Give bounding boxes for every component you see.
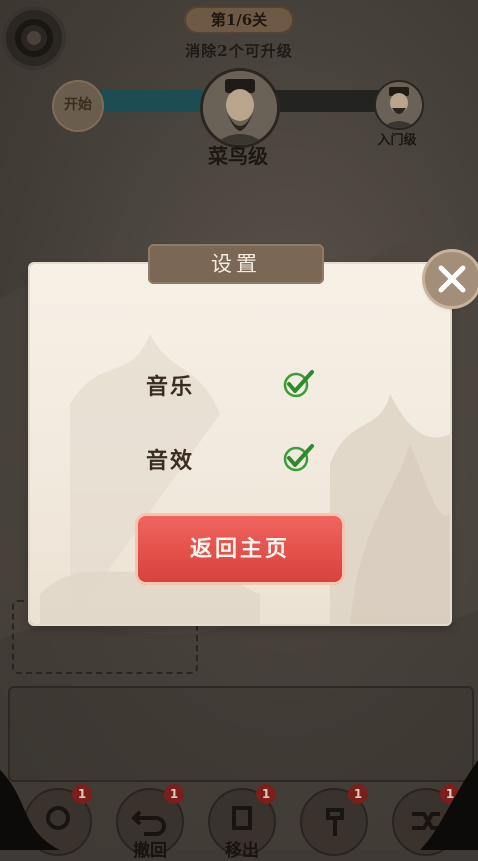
return-home-button[interactable]: 返回主页 (138, 516, 342, 582)
hammer-tool-button[interactable]: 1 (300, 784, 368, 856)
home-button-label: 返回主页 (189, 536, 290, 562)
scholar-portrait-icon (203, 71, 277, 145)
current-rank-avatar (200, 68, 280, 148)
tool-label: 移出 (225, 841, 259, 861)
music-toggle[interactable] (282, 366, 316, 400)
game-hud: 第1/6关 消除2个可升级 开始 菜鸟级 入门级 (0, 0, 478, 180)
tool-count-badge: 1 (348, 784, 368, 804)
level-indicator: 第1/6关 (184, 6, 294, 34)
remove-tool-button[interactable]: 1 移出 (208, 784, 276, 861)
tool-count-badge: 1 (440, 784, 460, 804)
undo-tool-button[interactable]: 1 撤回 (116, 784, 184, 861)
official-portrait-icon (376, 82, 422, 128)
tool-count-badge: 1 (164, 784, 184, 804)
level-goal: 消除2个可升级 (185, 42, 293, 60)
next-rank-label: 入门级 (377, 133, 417, 148)
sfx-toggle[interactable] (282, 440, 316, 474)
start-badge: 开始 (52, 80, 104, 132)
next-rank-avatar (374, 80, 424, 130)
hint-tool-button[interactable]: 1 (24, 784, 92, 856)
sfx-option-label: 音效 (146, 448, 195, 474)
current-rank-label: 菜鸟级 (208, 144, 268, 168)
tile-tray (8, 686, 474, 782)
checkmark-icon (283, 444, 314, 472)
music-option-label: 音乐 (146, 374, 195, 400)
tool-count-badge: 1 (256, 784, 276, 804)
checkmark-icon (283, 370, 314, 398)
dialog-title-plate: 设置 (148, 244, 324, 284)
tool-label: 撤回 (133, 841, 167, 861)
dialog-title: 设置 (211, 252, 261, 276)
shuffle-tool-button[interactable]: 1 (392, 784, 460, 856)
close-icon (438, 265, 466, 293)
close-dialog-button[interactable] (425, 252, 478, 306)
powerup-toolbar: 1 1 撤回 1 移出 1 1 (0, 780, 478, 861)
tool-count-badge: 1 (72, 784, 92, 804)
